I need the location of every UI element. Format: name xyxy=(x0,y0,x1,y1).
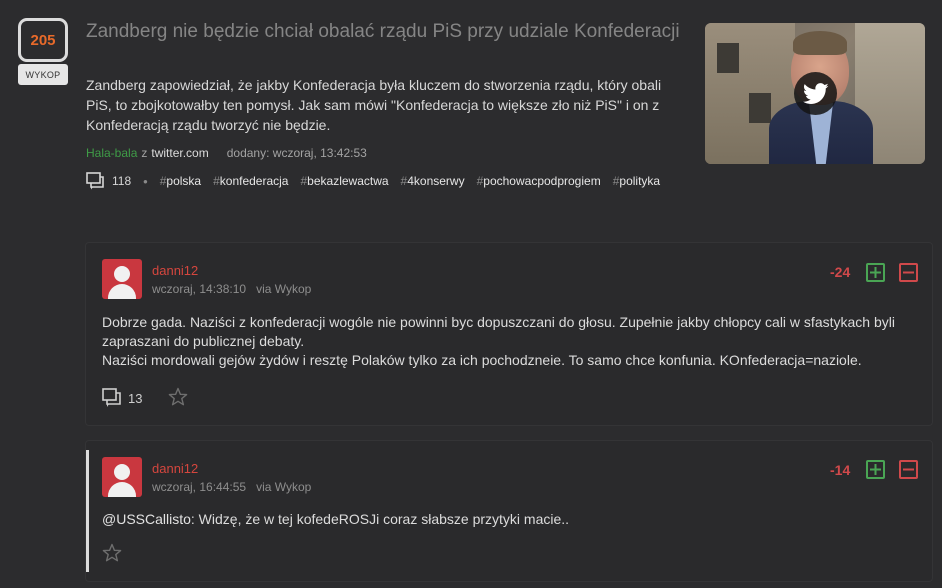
mention-link[interactable]: @USSCallisto xyxy=(102,511,191,527)
downvote-button[interactable] xyxy=(899,460,918,479)
comment-via: via Wykop xyxy=(256,480,312,494)
minus-icon xyxy=(903,271,914,274)
from-label: z xyxy=(141,146,148,160)
upvote-button[interactable] xyxy=(866,460,885,479)
downvote-button[interactable] xyxy=(899,263,918,282)
replies-count[interactable]: 13 xyxy=(102,388,142,408)
reply-indicator xyxy=(86,450,89,572)
vote-count: 205 xyxy=(18,18,68,62)
comment-time: wczoraj, 16:44:55 xyxy=(152,480,247,494)
minus-icon xyxy=(903,468,914,471)
comment-author[interactable]: danni12 xyxy=(152,263,198,278)
vote-count-value: 205 xyxy=(30,31,56,49)
link-author[interactable]: Hala-bala xyxy=(86,146,137,160)
comment-meta: wczoraj, 14:38:10 via Wykop xyxy=(152,282,311,296)
wykop-button[interactable]: WYKOP xyxy=(18,64,68,85)
tag-bekazlewactwa[interactable]: #bekazlewactwa xyxy=(300,173,388,190)
comment-score: -14 xyxy=(830,462,851,478)
tag-konfederacja[interactable]: #konfederacja xyxy=(213,173,288,190)
link-description: Zandberg zapowiedział, że jakby Konfeder… xyxy=(86,77,662,133)
avatar[interactable] xyxy=(102,457,142,497)
comment-score: -24 xyxy=(830,264,851,280)
replies-count-value: 13 xyxy=(128,390,143,406)
star-icon[interactable] xyxy=(168,387,188,412)
added-time: dodany: wczoraj, 13:42:53 xyxy=(226,146,367,160)
comment-body: Dobrze gada. Naziści z konfederacji wogó… xyxy=(102,314,895,368)
comment-time: wczoraj, 14:38:10 xyxy=(152,282,247,296)
link-meta: Hala-bala z twitter.com dodany: wczoraj,… xyxy=(86,146,367,160)
comment-author[interactable]: danni12 xyxy=(152,461,198,476)
comment-text: : Widzę, że w tej kofedeROSJi coraz słab… xyxy=(190,511,570,527)
link-thumbnail[interactable] xyxy=(705,23,925,164)
comment-meta: wczoraj, 16:44:55 via Wykop xyxy=(152,480,311,494)
tag-pochowacpodprogiem[interactable]: #pochowacpodprogiem xyxy=(477,173,601,190)
plus-icon xyxy=(870,267,881,278)
upvote-button[interactable] xyxy=(866,263,885,282)
tag-4konserwy[interactable]: #4konserwy xyxy=(401,173,465,190)
tag-polska[interactable]: #polska xyxy=(160,173,201,190)
star-icon[interactable] xyxy=(102,543,122,568)
comment-body: @USSCallisto: Widzę, że w tej kofedeROSJ… xyxy=(102,510,932,529)
comments-icon xyxy=(102,388,121,407)
plus-icon xyxy=(870,464,881,475)
tag-polityka[interactable]: #polityka xyxy=(613,173,660,190)
twitter-icon xyxy=(794,72,837,115)
comment-via: via Wykop xyxy=(256,282,312,296)
tag-row: 118 • #polska #konfederacja #bekazlewact… xyxy=(86,172,666,190)
avatar[interactable] xyxy=(102,259,142,299)
separator-dot: • xyxy=(143,173,148,189)
link-domain[interactable]: twitter.com xyxy=(151,146,208,160)
comments-icon xyxy=(86,172,104,190)
comments-count[interactable]: 118 xyxy=(86,172,131,190)
link-title[interactable]: Zandberg nie będzie chciał obalać rządu … xyxy=(86,20,686,44)
comments-count-value: 118 xyxy=(112,173,132,188)
